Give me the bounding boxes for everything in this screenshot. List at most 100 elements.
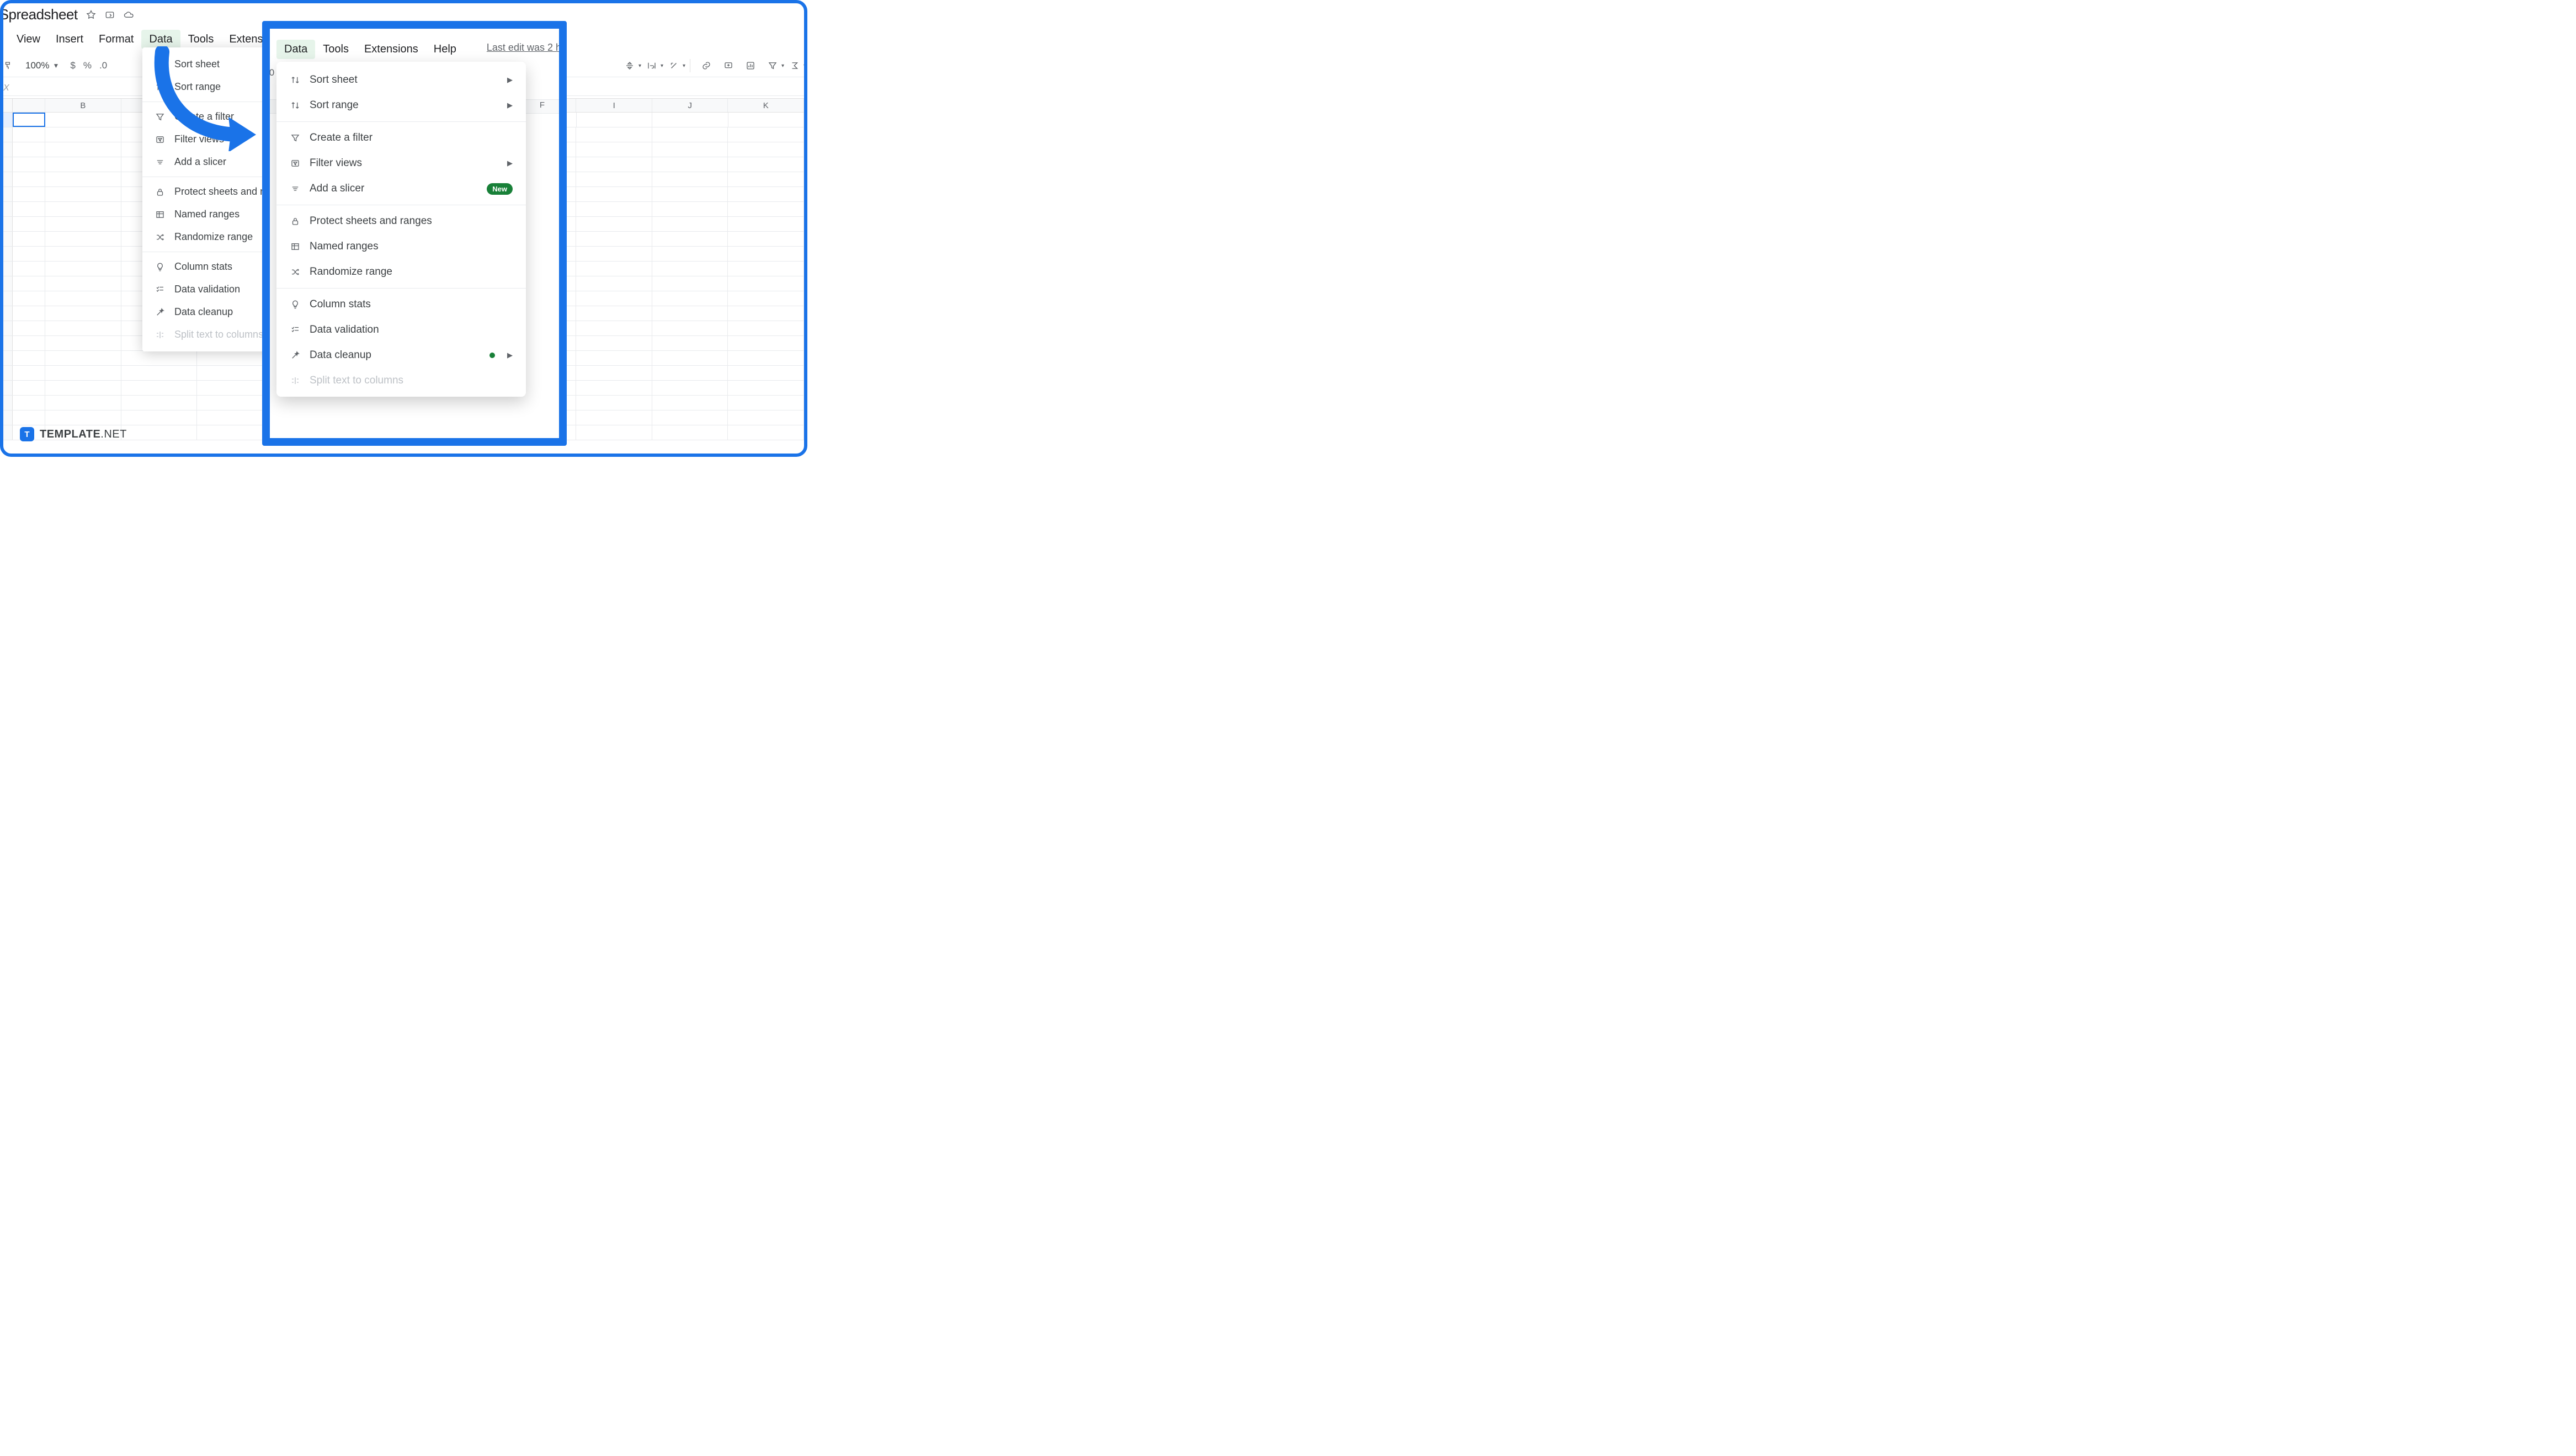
menu-separator [276, 121, 526, 122]
insert-chart-icon[interactable] [744, 60, 757, 72]
zoom-dropdown[interactable]: 100% ▼ [25, 60, 59, 71]
menu-column-stats[interactable]: Column stats [276, 292, 526, 317]
lightbulb-icon [155, 262, 166, 273]
lightbulb-icon [290, 299, 301, 310]
currency-format[interactable]: $ [70, 60, 75, 71]
menu-label: Data validation [174, 284, 240, 295]
watermark-text: TEMPLATE.NET [40, 428, 127, 441]
checklist-icon [155, 284, 166, 295]
filter-icon [155, 111, 166, 122]
chevron-right-icon: ▶ [507, 101, 513, 110]
functions-icon[interactable]: ▾ [789, 60, 801, 72]
menu-label: Add a slicer [310, 183, 364, 195]
menu-label: Sort range [174, 81, 221, 93]
move-icon[interactable] [104, 9, 115, 20]
comment-icon[interactable] [722, 60, 735, 72]
overlay-menu-data[interactable]: Data [276, 40, 315, 59]
lock-icon [290, 216, 301, 227]
bg-menubar: it View Insert Format Data Tools Extensi… [3, 30, 291, 49]
paint-format-icon[interactable] [3, 60, 14, 72]
menu-label: Split text to columns [310, 375, 403, 387]
overlay-panel: Data Tools Extensions Help Last edit was… [262, 21, 567, 446]
menu-label: Protect sheets and ranges [310, 215, 432, 227]
menu-insert[interactable]: Insert [48, 30, 91, 49]
menu-label: Named ranges [310, 241, 379, 253]
menu-label: Split text to columns [174, 329, 263, 340]
wrap-icon[interactable]: ▾ [646, 60, 658, 72]
chevron-down-icon: ▼ [52, 62, 59, 70]
menu-format[interactable]: Format [91, 30, 141, 49]
wand-icon [290, 350, 301, 361]
menu-randomize[interactable]: Randomize range [276, 259, 526, 285]
menu-label: Sort range [310, 99, 359, 111]
watermark-logo-icon: T [20, 427, 34, 441]
link-icon[interactable] [700, 60, 712, 72]
menu-data[interactable]: Data [141, 30, 180, 49]
menu-view[interactable]: View [9, 30, 48, 49]
overlay-menu-tools[interactable]: Tools [315, 40, 356, 59]
doc-title-row: e Spreadsheet [3, 6, 134, 23]
menu-label: Protect sheets and ra [174, 186, 269, 198]
wand-icon [155, 307, 166, 318]
menu-label: Add a slicer [174, 156, 226, 168]
menu-data-validation[interactable]: Data validation [276, 317, 526, 343]
menu-filter-views[interactable]: Filter views ▶ [276, 151, 526, 176]
decimal-format[interactable]: .0 [99, 60, 107, 71]
menu-edit[interactable]: it [3, 30, 9, 49]
zoom-value: 100% [25, 60, 49, 71]
checklist-icon [290, 324, 301, 335]
overlay-col-f[interactable]: F [540, 100, 545, 110]
menu-tools[interactable]: Tools [180, 30, 222, 49]
overlay-data-menu: Sort sheet ▶ Sort range ▶ Create a filte… [276, 62, 526, 397]
doc-title[interactable]: e Spreadsheet [3, 6, 78, 23]
status-dot-icon [489, 353, 495, 358]
menu-add-slicer[interactable]: Add a slicer New [276, 176, 526, 201]
cloud-icon[interactable] [123, 9, 134, 20]
menu-label: Column stats [174, 261, 232, 273]
overlay-menubar: Data Tools Extensions Help [276, 40, 464, 59]
menu-protect[interactable]: Protect sheets and ranges [276, 209, 526, 234]
chevron-right-icon: ▶ [507, 76, 513, 84]
col-header-k[interactable]: K [728, 99, 803, 112]
bg-toolbar-right: ▾ ▾ ▾ ▾ ▾ [624, 54, 801, 77]
new-badge: New [487, 183, 513, 195]
menu-separator [276, 288, 526, 289]
menu-label: Filter views [174, 134, 224, 145]
menu-label: Sort sheet [310, 74, 358, 86]
named-ranges-icon [290, 241, 301, 252]
filter-icon[interactable]: ▾ [767, 60, 779, 72]
slicer-icon [155, 157, 166, 168]
col-header-i[interactable]: I [576, 99, 652, 112]
watermark: T TEMPLATE.NET [20, 427, 127, 441]
percent-format[interactable]: % [83, 60, 92, 71]
filter-views-icon [155, 134, 166, 145]
overlay-menu-extensions[interactable]: Extensions [356, 40, 426, 59]
menu-create-filter[interactable]: Create a filter [276, 125, 526, 151]
menu-named-ranges[interactable]: Named ranges [276, 234, 526, 259]
col-header-b[interactable]: B [45, 99, 121, 112]
menu-sort-range[interactable]: Sort range ▶ [276, 93, 526, 118]
menu-data-cleanup[interactable]: Data cleanup ▶ [276, 343, 526, 368]
menu-label: Randomize range [310, 266, 392, 278]
overlay-menu-help[interactable]: Help [426, 40, 464, 59]
sort-icon [290, 74, 301, 86]
lock-icon [155, 186, 166, 198]
menu-label: Create a filter [310, 132, 372, 144]
chevron-right-icon: ▶ [507, 159, 513, 168]
menu-label: Data validation [310, 324, 379, 336]
menu-label: Randomize range [174, 231, 253, 243]
filter-icon [290, 132, 301, 143]
split-icon [155, 329, 166, 340]
sort-icon [155, 59, 166, 70]
shuffle-icon [290, 266, 301, 278]
col-header-j[interactable]: J [652, 99, 728, 112]
overlay-toolbar-fragment: .0 [267, 67, 274, 78]
star-icon[interactable] [86, 9, 97, 20]
sort-icon [155, 82, 166, 93]
rotate-text-icon[interactable]: ▾ [668, 60, 680, 72]
named-ranges-icon [155, 209, 166, 220]
menu-sort-sheet[interactable]: Sort sheet ▶ [276, 67, 526, 93]
last-edit-link[interactable]: Last edit was 2 h [487, 42, 561, 54]
menu-label: Data cleanup [310, 349, 371, 361]
valign-icon[interactable]: ▾ [624, 60, 636, 72]
